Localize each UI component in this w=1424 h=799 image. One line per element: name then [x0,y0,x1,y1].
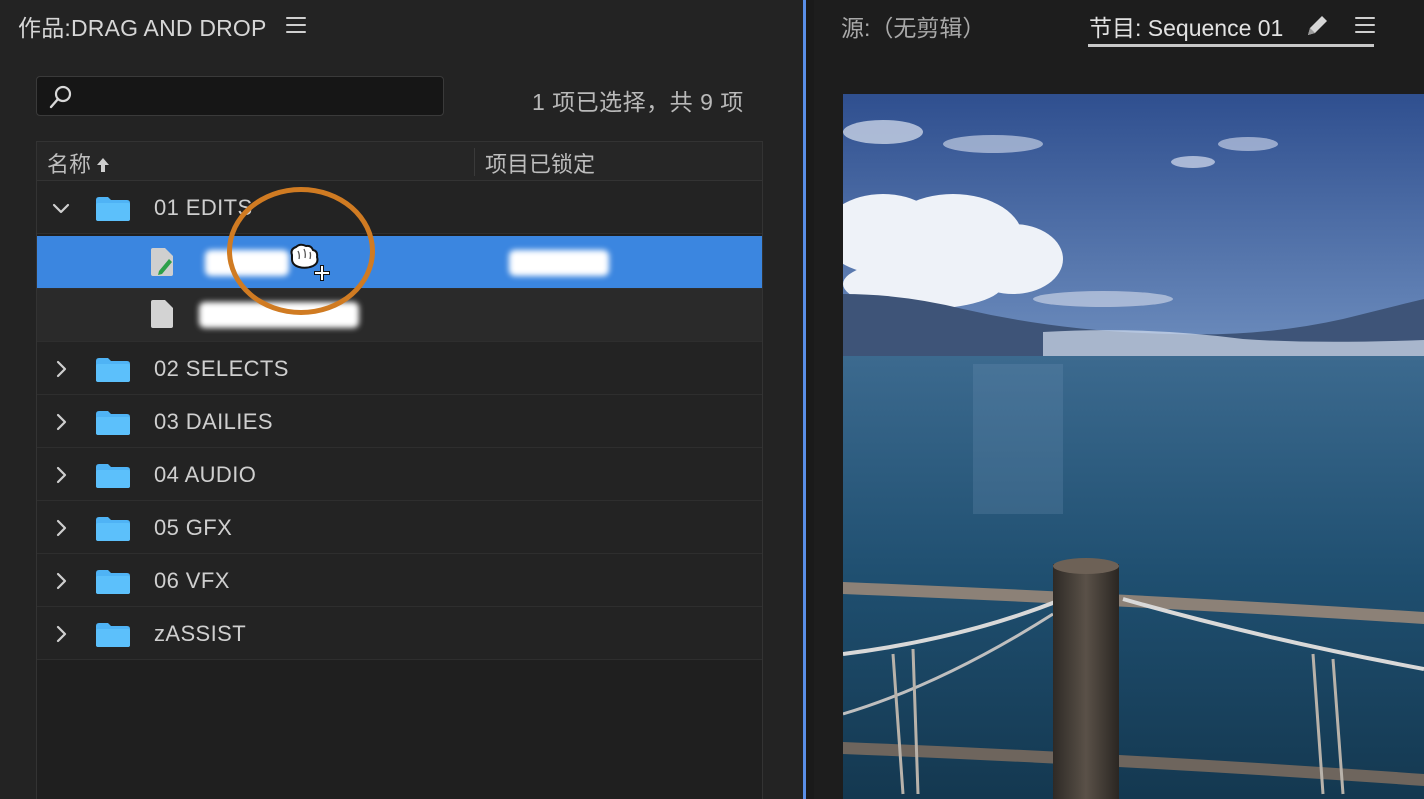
file-row[interactable] [37,289,762,342]
search-icon [49,85,72,109]
folder-icon [96,623,130,647]
redacted-locked-value [509,250,609,276]
project-panel-menu-icon[interactable] [286,17,306,33]
column-name-label: 名称 [47,152,92,177]
search-input[interactable] [79,81,438,113]
program-monitor-panel: 源:（无剪辑） 节目: Sequence 01 [814,0,1424,799]
column-header-locked[interactable]: 项目已锁定 [485,147,595,179]
chevron-right-icon[interactable] [51,624,71,644]
folder-row-04-audio[interactable]: 04 AUDIO [37,448,762,501]
folder-label: 04 AUDIO [154,462,257,487]
file-icon [151,300,173,328]
program-video-frame[interactable] [843,94,1424,799]
tab-program-monitor[interactable]: 节目: Sequence 01 [1089,9,1283,43]
sort-ascending-icon [97,158,110,172]
monitor-menu-icon[interactable] [1355,17,1375,33]
redacted-file-name [199,302,359,328]
folder-row-zassist[interactable]: zASSIST [37,607,762,660]
folder-label: zASSIST [154,621,247,646]
video-frame-image [843,94,1424,799]
folder-icon [96,570,130,594]
folder-row-03-dailies[interactable]: 03 DAILIES [37,395,762,448]
project-panel: 作品:DRAG AND DROP 1 项已选择，共 9 项 名称 项目已锁定 0… [0,0,803,799]
folder-row-01-edits[interactable]: 01 EDITS [37,181,762,234]
folder-icon [96,197,130,221]
chevron-right-icon[interactable] [51,518,71,538]
folder-label: 01 EDITS [154,195,253,220]
column-divider[interactable] [474,148,475,176]
folder-row-05-gfx[interactable]: 05 GFX [37,501,762,554]
folder-label: 05 GFX [154,515,233,540]
folder-label: 03 DAILIES [154,409,273,434]
folder-row-06-vfx[interactable]: 06 VFX [37,554,762,607]
project-panel-title[interactable]: 作品:DRAG AND DROP [18,9,267,43]
active-tab-underline [1088,44,1374,47]
table-header: 名称 项目已锁定 [37,141,762,181]
redacted-sequence-name [205,250,289,276]
chevron-right-icon[interactable] [51,571,71,591]
chevron-right-icon[interactable] [51,465,71,485]
chevron-right-icon[interactable] [51,359,71,379]
column-header-name[interactable]: 名称 [47,147,111,179]
tab-source-monitor[interactable]: 源:（无剪辑） [841,9,985,43]
sequence-icon [151,248,173,276]
folder-icon [96,358,130,382]
panel-gutter[interactable] [806,0,814,799]
selection-count: 1 项已选择，共 9 项 [532,89,744,115]
sequence-row-selected[interactable] [37,236,762,289]
folder-icon [96,411,130,435]
folder-icon [96,464,130,488]
folder-icon [96,517,130,541]
folder-row-02-selects[interactable]: 02 SELECTS [37,342,762,395]
chevron-down-icon[interactable] [51,198,71,218]
project-items-table: 名称 项目已锁定 01 EDITS 02 SELECTS 03 DAILIES … [36,141,763,799]
folder-label: 02 SELECTS [154,356,289,381]
search-box[interactable] [36,76,444,116]
pencil-icon[interactable] [1304,13,1330,39]
chevron-right-icon[interactable] [51,412,71,432]
folder-label: 06 VFX [154,568,230,593]
